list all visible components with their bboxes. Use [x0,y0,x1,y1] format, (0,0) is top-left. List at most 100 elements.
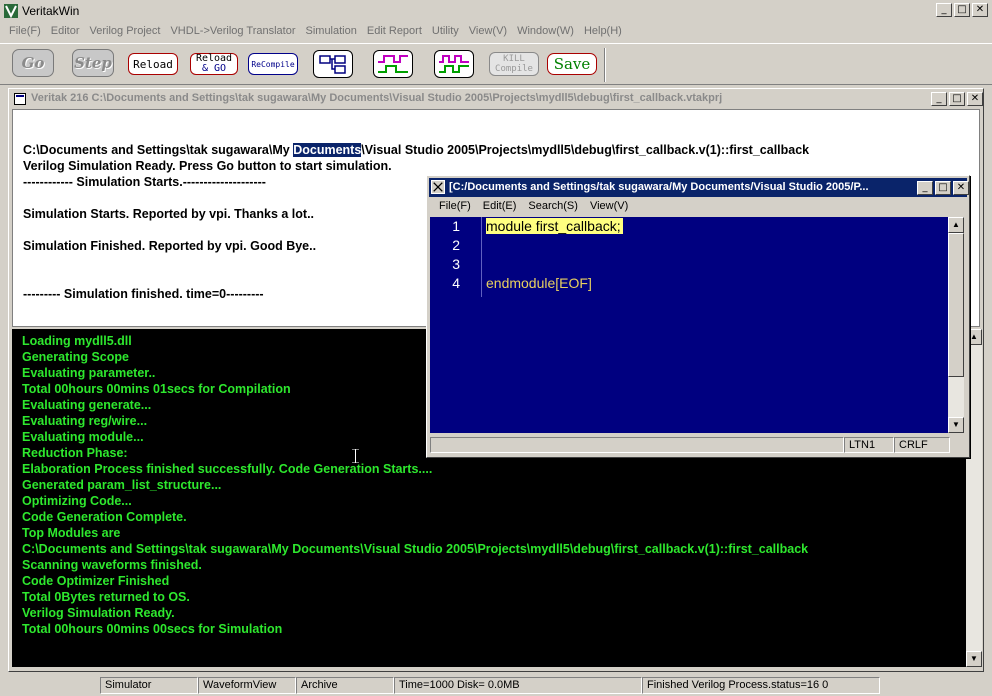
editor-close-button[interactable]: ✕ [953,181,969,195]
console-line: Loading mydll5.dll [22,334,132,348]
waveform-view-button[interactable] [373,50,413,78]
log-path-prefix: C:\Documents and Settings\tak sugawara\M… [23,143,294,157]
reload-and-go-button[interactable]: Reload & GO [190,53,238,75]
code-line: 2 [430,237,948,256]
project-window-title-bar[interactable]: Veritak 216 C:\Documents and Settings\ta… [11,90,983,108]
editor-window-buttons: _ □ ✕ [917,181,969,195]
main-window-buttons: _ □ ✕ [936,3,988,17]
editor-maximize-button[interactable]: □ [935,181,951,195]
editor-title-bar[interactable]: [C:/Documents and Settings/tak sugawara/… [429,178,969,197]
console-line: Evaluating reg/wire... [22,414,148,428]
editor-minimize-button[interactable]: _ [917,181,933,195]
kill-compile-button[interactable]: KILL Compile [489,52,539,76]
menu-help[interactable]: Help(H) [579,22,627,42]
code-text: endmodule[EOF] [486,275,592,291]
console-line: Code Optimizer Finished [22,574,170,588]
go-button[interactable]: Go [12,49,54,77]
code-line: 1 module first_callback; [430,218,948,237]
main-toolbar: Go Step Reload Reload & GO ReCompile KIL… [0,43,992,85]
step-button[interactable]: Step [72,49,114,77]
status-time-disk: Time=1000 Disk= 0.0MB [394,677,642,694]
editor-scrollbar[interactable]: ▲ ▼ [948,217,964,433]
document-icon [14,93,26,105]
code-line: 3 [430,256,948,275]
log-path-selection: Documents [293,143,362,157]
save-label: Save [553,55,591,73]
recompile-button[interactable]: ReCompile [248,53,298,75]
status-waveform-view: WaveformView [198,677,296,694]
menu-simulation[interactable]: Simulation [301,22,362,42]
console-line: Reduction Phase: [22,446,128,460]
editor-menu-edit[interactable]: Edit(E) [477,198,523,216]
menu-verilog-project[interactable]: Verilog Project [85,22,166,42]
project-close-button[interactable]: ✕ [967,92,983,106]
menu-file[interactable]: File(F) [4,22,46,42]
reload-button[interactable]: Reload [128,53,178,75]
menu-editor[interactable]: Editor [46,22,85,42]
kill-label: KILL [503,54,525,64]
editor-menu-view[interactable]: View(V) [584,198,634,216]
code-line: 4 endmodule[EOF] [430,275,948,294]
editor-title: [C:/Documents and Settings/tak sugawara/… [449,181,869,193]
editor-scroll-down-icon[interactable]: ▼ [948,417,964,433]
console-line: Generated param_list_structure... [22,478,222,492]
main-title-bar[interactable]: VeritakWin _ □ ✕ [0,0,992,22]
line-number: 2 [452,237,460,253]
menu-window[interactable]: Window(W) [512,22,579,42]
editor-scroll-up-icon[interactable]: ▲ [948,217,964,233]
log-line: Simulation Starts. Reported by vpi. Than… [23,207,315,221]
app-title: VeritakWin [22,4,80,18]
editor-scroll-thumb[interactable] [948,233,964,377]
editor-status-line: LTN1 [844,437,894,453]
editor-menu-file[interactable]: File(F) [433,198,477,216]
recompile-label: ReCompile [251,59,295,69]
console-line: Elaboration Process finished successfull… [22,462,433,476]
line-number: 3 [452,256,460,272]
waveform-new-button[interactable] [434,50,474,78]
log-line: Verilog Simulation Ready. Press Go butto… [23,159,392,173]
log-path-suffix: \Visual Studio 2005\Projects\mydll5\debu… [361,143,810,157]
menu-vhdl-translator[interactable]: VHDL->Verilog Translator [165,22,300,42]
console-line: Total 00hours 00mins 00secs for Simulati… [22,622,283,636]
project-window-buttons: _ □ ✕ [931,92,983,106]
console-line: C:\Documents and Settings\tak sugawara\M… [22,542,809,556]
waveform-add-icon [439,55,469,73]
status-process: Finished Verilog Process.status=16 0 [642,677,880,694]
console-line: Total 0Bytes returned to OS. [22,590,190,604]
menu-edit-report[interactable]: Edit Report [362,22,427,42]
compile-label: Compile [495,64,533,74]
main-menu-bar: File(F) Editor Verilog Project VHDL->Ver… [0,22,992,42]
status-archive: Archive [296,677,394,694]
console-line: Code Generation Complete. [22,510,187,524]
editor-status-message [430,437,844,453]
console-line: Evaluating parameter.. [22,366,156,380]
console-line: Verilog Simulation Ready. [22,606,175,620]
status-simulator: Simulator [100,677,198,694]
project-maximize-button[interactable]: □ [949,92,965,106]
reload-go-label-2: & GO [201,63,227,74]
project-minimize-button[interactable]: _ [931,92,947,106]
scroll-down-icon[interactable]: ▼ [966,651,982,667]
close-button[interactable]: ✕ [972,3,988,17]
code-editor-area[interactable]: 1 module first_callback; 2 3 4 endmodule… [430,217,948,433]
hierarchy-view-button[interactable] [313,50,353,78]
minimize-button[interactable]: _ [936,3,952,17]
status-bar: Simulator WaveformView Archive Time=1000… [0,674,992,696]
console-line: Generating Scope [22,350,129,364]
save-button[interactable]: Save [547,53,597,75]
console-line: Optimizing Code... [22,494,132,508]
line-number: 4 [452,275,460,291]
editor-menu-search[interactable]: Search(S) [522,198,584,216]
veritak-app-icon [4,4,18,18]
toolbar-separator [604,48,606,82]
console-line: Top Modules are [22,526,121,540]
veritak-main-window: VeritakWin _ □ ✕ File(F) Editor Verilog … [0,0,992,696]
console-line: Total 00hours 00mins 01secs for Compilat… [22,382,291,396]
maximize-button[interactable]: □ [954,3,970,17]
menu-view[interactable]: View(V) [464,22,512,42]
editor-status-bar: LTN1 CRLF [430,435,966,454]
menu-utility[interactable]: Utility [427,22,464,42]
editor-app-icon [431,180,445,194]
console-line: Evaluating generate... [22,398,152,412]
editor-status-eol: CRLF [894,437,950,453]
